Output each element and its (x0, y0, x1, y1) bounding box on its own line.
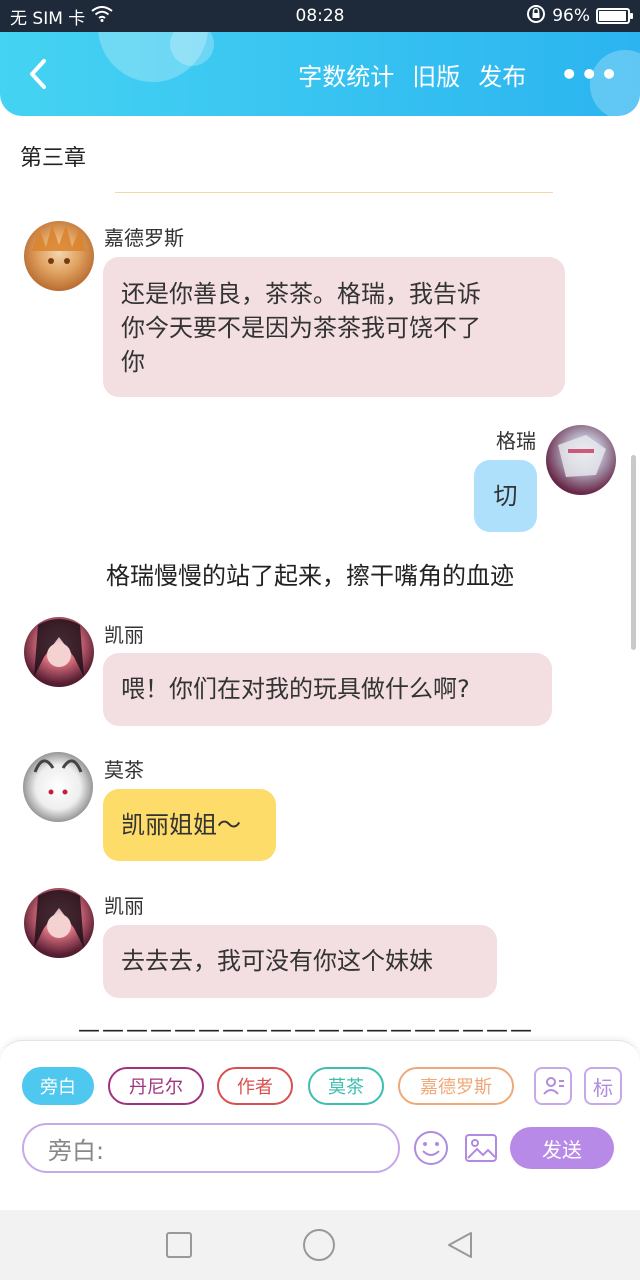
message-bubble[interactable]: 还是你善良，茶茶。格瑞，我告诉 你今天要不是因为茶茶我可饶不了 你 (103, 257, 565, 397)
speaker-name: 凯丽 (104, 623, 144, 647)
title-divider (115, 192, 553, 193)
word-count-button[interactable]: 字数统计 (298, 57, 394, 92)
role-chip-daniel[interactable]: 丹尼尔 (108, 1067, 204, 1105)
role-chip-author[interactable]: 作者 (217, 1067, 293, 1105)
avatar-gerui[interactable] (546, 425, 616, 495)
manage-roles-button[interactable] (534, 1067, 572, 1105)
message-text: 去去去，我可没有你这个妹妹 (121, 947, 433, 975)
avatar-kaili[interactable] (24, 617, 94, 687)
back-nav-icon[interactable] (445, 1230, 475, 1260)
message-line: 你今天要不是因为茶茶我可饶不了 (121, 314, 481, 342)
smiley-icon (414, 1131, 448, 1165)
message-text: 切 (493, 482, 518, 510)
send-button[interactable]: 发送 (510, 1127, 614, 1169)
speaker-name: 嘉德罗斯 (104, 226, 184, 250)
message-text: 喂！你们在对我的玩具做什么啊? (121, 675, 470, 703)
message-line: 你 (121, 348, 145, 376)
publish-button[interactable]: 发布 (478, 57, 526, 92)
mark-button[interactable]: 标 (584, 1067, 622, 1105)
scrollbar[interactable] (631, 455, 636, 650)
message-bubble[interactable]: 切 (474, 460, 537, 532)
role-chip-jiadeluosi[interactable]: 嘉德罗斯 (398, 1067, 514, 1105)
avatar-jiadeluosi[interactable] (24, 221, 94, 291)
avatar-mocha[interactable] (23, 752, 93, 822)
emoji-button[interactable] (412, 1129, 450, 1167)
speaker-name: 凯丽 (104, 894, 144, 918)
narration-text[interactable]: 格瑞慢慢的站了起来，擦干嘴角的血迹 (0, 556, 620, 591)
speaker-name: 格瑞 (496, 429, 536, 453)
chevron-left-icon (30, 59, 46, 89)
message-bubble[interactable]: 去去去，我可没有你这个妹妹 (103, 925, 497, 998)
role-chip-narrator[interactable]: 旁白 (22, 1067, 94, 1105)
message-line: 还是你善良，茶茶。格瑞，我告诉 (121, 280, 481, 308)
status-bar: 无 SIM 卡 08:28 96% (0, 0, 640, 32)
role-chip-mocha[interactable]: 莫茶 (308, 1067, 384, 1105)
composer-panel: 旁白 丹尼尔 作者 莫茶 嘉德罗斯 标 旁白: 发送 (0, 1040, 640, 1211)
speaker-name: 莫茶 (104, 758, 144, 782)
system-nav-bar (0, 1210, 640, 1280)
battery-text: 96% (552, 6, 590, 26)
back-button[interactable] (18, 54, 58, 94)
message-input[interactable]: 旁白: (22, 1123, 400, 1173)
recent-apps-icon[interactable] (165, 1231, 193, 1259)
battery-icon (596, 8, 633, 24)
chapter-title[interactable]: 第三章 (20, 140, 86, 172)
carrier-text: 无 SIM 卡 (10, 8, 86, 29)
image-icon (465, 1134, 497, 1162)
old-version-button[interactable]: 旧版 (412, 57, 460, 92)
avatar-kaili[interactable] (24, 888, 94, 958)
message-bubble[interactable]: 凯丽姐姐～ (103, 789, 276, 861)
message-bubble[interactable]: 喂！你们在对我的玩具做什么啊? (103, 653, 552, 726)
more-menu-icon[interactable]: ••• (560, 58, 620, 91)
home-icon[interactable] (302, 1228, 336, 1262)
message-text: 凯丽姐姐～ (121, 811, 241, 839)
user-card-icon (543, 1077, 564, 1095)
top-header: 字数统计 旧版 发布 ••• (0, 32, 640, 116)
rotation-lock-icon (526, 4, 546, 29)
wifi-icon (91, 5, 113, 27)
image-button[interactable] (462, 1129, 500, 1167)
